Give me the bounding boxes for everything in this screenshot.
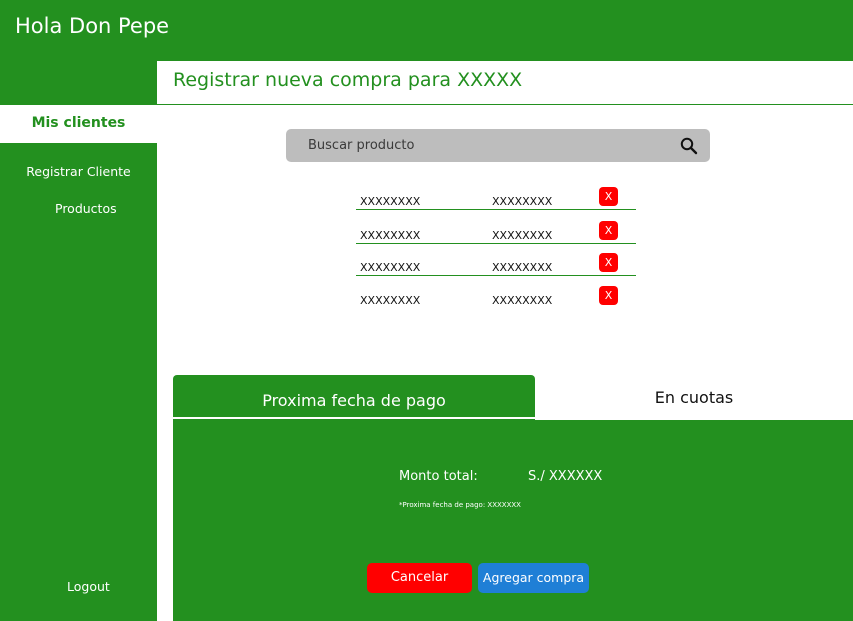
search-bar: [286, 129, 710, 162]
search-input[interactable]: [308, 129, 668, 162]
product-name: XXXXXXXX: [360, 261, 421, 274]
product-row: XXXXXXXX XXXXXXXX X: [356, 253, 636, 276]
tab-label: Proxima fecha de pago: [262, 391, 446, 410]
delete-product-button[interactable]: X: [599, 286, 618, 305]
cancel-button[interactable]: Cancelar: [367, 563, 472, 593]
delete-product-button[interactable]: X: [599, 187, 618, 206]
tab-en-cuotas[interactable]: En cuotas: [535, 375, 853, 420]
tab-label: En cuotas: [654, 388, 734, 407]
sidebar-item-mis-clientes[interactable]: Mis clientes: [0, 105, 157, 143]
sidebar-item-registrar-cliente[interactable]: Registrar Cliente: [0, 164, 157, 179]
product-name: XXXXXXXX: [360, 195, 421, 208]
payment-panel: Monto total: S./ XXXXXX *Proxima fecha d…: [173, 420, 853, 621]
add-purchase-button[interactable]: Agregar compra: [478, 563, 589, 593]
product-price: XXXXXXXX: [492, 195, 553, 208]
total-amount-label: Monto total:: [399, 469, 478, 484]
product-name: XXXXXXXX: [360, 229, 421, 242]
product-name: XXXXXXXX: [360, 294, 421, 307]
total-amount-value: S./ XXXXXX: [528, 469, 603, 484]
title-divider: [157, 104, 853, 105]
delete-product-button[interactable]: X: [599, 253, 618, 272]
product-row: XXXXXXXX XXXXXXXX X: [356, 286, 636, 309]
sidebar-item-label: Mis clientes: [31, 115, 126, 131]
app-title: Hola Don Pepe: [15, 14, 170, 38]
logout-link[interactable]: Logout: [67, 579, 110, 594]
product-row: XXXXXXXX XXXXXXXX X: [356, 221, 636, 244]
search-icon[interactable]: [679, 136, 699, 156]
next-payment-date: *Proxima fecha de pago: XXXXXXX: [399, 501, 521, 509]
top-bar: Hola Don Pepe: [0, 0, 853, 61]
tab-proxima-fecha-de-pago[interactable]: Proxima fecha de pago: [173, 375, 535, 420]
tab-underline: [173, 417, 535, 419]
product-row: XXXXXXXX XXXXXXXX X: [356, 187, 636, 210]
sidebar: Mis clientes Registrar Cliente Productos…: [0, 61, 157, 621]
page-title: Registrar nueva compra para XXXXX: [173, 69, 523, 91]
product-price: XXXXXXXX: [492, 229, 553, 242]
sidebar-item-productos[interactable]: Productos: [55, 201, 117, 216]
delete-product-button[interactable]: X: [599, 221, 618, 240]
product-price: XXXXXXXX: [492, 261, 553, 274]
product-price: XXXXXXXX: [492, 294, 553, 307]
